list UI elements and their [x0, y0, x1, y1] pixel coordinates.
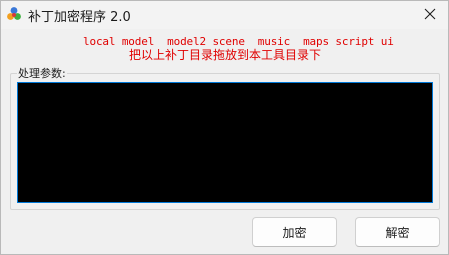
window-title: 补丁加密程序 2.0	[28, 10, 131, 25]
close-button[interactable]	[418, 3, 442, 25]
app-icon	[6, 6, 22, 22]
title-bar[interactable]: 补丁加密程序 2.0	[1, 1, 448, 29]
params-textarea[interactable]	[17, 82, 433, 203]
decrypt-button[interactable]: 解密	[355, 217, 440, 247]
drag-instruction-hint: 把以上补丁目录拖放到本工具目录下	[129, 48, 322, 62]
encrypt-button[interactable]: 加密	[252, 217, 337, 247]
close-icon	[424, 8, 436, 20]
app-window: 补丁加密程序 2.0 local model model2 scene musi…	[0, 0, 449, 255]
params-group-label: 处理参数:	[17, 65, 67, 81]
